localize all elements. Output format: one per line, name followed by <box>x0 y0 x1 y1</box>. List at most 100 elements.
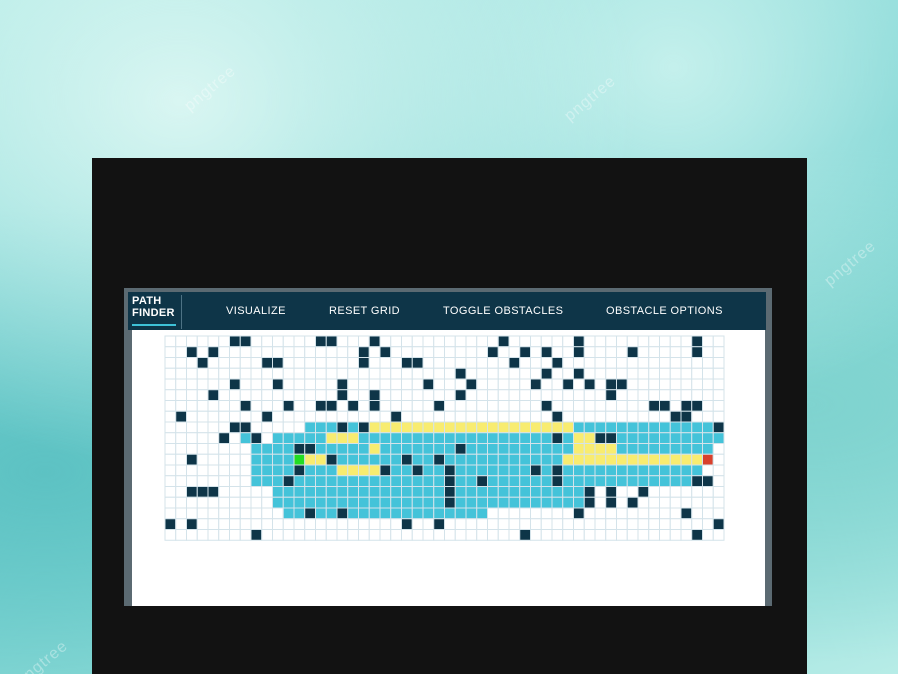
empty-cell[interactable] <box>476 357 488 369</box>
visited-cell[interactable] <box>368 475 381 487</box>
wall-cell[interactable] <box>250 432 263 444</box>
empty-cell[interactable] <box>476 389 488 401</box>
empty-cell[interactable] <box>487 507 499 520</box>
visited-cell[interactable] <box>583 464 596 477</box>
wall-cell[interactable] <box>454 367 467 380</box>
empty-cell[interactable] <box>175 507 187 520</box>
empty-cell[interactable] <box>616 410 628 423</box>
empty-cell[interactable] <box>293 400 306 412</box>
visited-cell[interactable] <box>637 443 650 455</box>
wall-cell[interactable] <box>401 518 413 530</box>
empty-cell[interactable] <box>239 529 252 541</box>
empty-cell[interactable] <box>207 453 220 466</box>
visited-cell[interactable] <box>508 453 521 466</box>
empty-cell[interactable] <box>250 346 263 358</box>
empty-cell[interactable] <box>712 389 725 401</box>
path-cell[interactable] <box>422 421 435 434</box>
empty-cell[interactable] <box>315 346 327 358</box>
visited-cell[interactable] <box>680 432 693 444</box>
visited-cell[interactable] <box>336 443 349 455</box>
empty-cell[interactable] <box>669 507 682 520</box>
empty-cell[interactable] <box>250 410 263 423</box>
empty-cell[interactable] <box>669 518 682 530</box>
wall-cell[interactable] <box>207 389 220 401</box>
empty-cell[interactable] <box>444 367 456 380</box>
wall-cell[interactable] <box>605 432 617 444</box>
wall-cell[interactable] <box>626 346 639 358</box>
visited-cell[interactable] <box>315 421 327 434</box>
visited-cell[interactable] <box>508 432 521 444</box>
wall-cell[interactable] <box>454 389 467 401</box>
empty-cell[interactable] <box>712 529 725 541</box>
visited-cell[interactable] <box>379 486 392 498</box>
empty-cell[interactable] <box>680 518 693 530</box>
visited-cell[interactable] <box>594 475 607 487</box>
empty-cell[interactable] <box>164 529 177 541</box>
empty-cell[interactable] <box>196 496 209 509</box>
empty-cell[interactable] <box>229 443 241 455</box>
visited-cell[interactable] <box>519 464 531 477</box>
empty-cell[interactable] <box>186 410 198 423</box>
empty-cell[interactable] <box>540 529 553 541</box>
visited-cell[interactable] <box>282 432 295 444</box>
empty-cell[interactable] <box>218 529 230 541</box>
empty-cell[interactable] <box>175 367 187 380</box>
path-cell[interactable] <box>368 443 381 455</box>
path-cell[interactable] <box>680 453 693 466</box>
empty-cell[interactable] <box>487 529 499 541</box>
visited-cell[interactable] <box>454 475 467 487</box>
empty-cell[interactable] <box>519 400 531 412</box>
empty-cell[interactable] <box>218 496 230 509</box>
visited-cell[interactable] <box>454 496 467 509</box>
empty-cell[interactable] <box>175 453 187 466</box>
empty-cell[interactable] <box>261 389 273 401</box>
empty-cell[interactable] <box>476 400 488 412</box>
empty-cell[interactable] <box>616 518 628 530</box>
empty-cell[interactable] <box>476 529 488 541</box>
visited-cell[interactable] <box>293 475 306 487</box>
visited-cell[interactable] <box>401 496 413 509</box>
empty-cell[interactable] <box>422 410 435 423</box>
visited-cell[interactable] <box>487 486 499 498</box>
visited-cell[interactable] <box>315 464 327 477</box>
empty-cell[interactable] <box>336 400 349 412</box>
wall-cell[interactable] <box>229 378 241 391</box>
visited-cell[interactable] <box>261 475 273 487</box>
empty-cell[interactable] <box>594 335 607 348</box>
visited-cell[interactable] <box>626 432 639 444</box>
visited-cell[interactable] <box>390 432 402 444</box>
visited-cell[interactable] <box>336 496 349 509</box>
visited-cell[interactable] <box>401 432 413 444</box>
empty-cell[interactable] <box>175 400 187 412</box>
empty-cell[interactable] <box>218 518 230 530</box>
empty-cell[interactable] <box>196 378 209 391</box>
empty-cell[interactable] <box>605 518 617 530</box>
wall-cell[interactable] <box>336 378 349 391</box>
empty-cell[interactable] <box>519 507 531 520</box>
empty-cell[interactable] <box>186 421 198 434</box>
visited-cell[interactable] <box>530 486 542 498</box>
visited-cell[interactable] <box>411 486 424 498</box>
path-cell[interactable] <box>304 453 316 466</box>
wall-cell[interactable] <box>530 464 542 477</box>
wall-cell[interactable] <box>691 335 703 348</box>
empty-cell[interactable] <box>626 400 639 412</box>
visited-cell[interactable] <box>250 464 263 477</box>
empty-cell[interactable] <box>659 410 671 423</box>
visited-cell[interactable] <box>616 432 628 444</box>
wall-cell[interactable] <box>680 507 693 520</box>
empty-cell[interactable] <box>347 357 359 369</box>
visited-cell[interactable] <box>465 507 478 520</box>
visited-cell[interactable] <box>626 443 639 455</box>
path-cell[interactable] <box>594 453 607 466</box>
empty-cell[interactable] <box>368 367 381 380</box>
wall-cell[interactable] <box>325 453 338 466</box>
visited-cell[interactable] <box>433 486 445 498</box>
empty-cell[interactable] <box>196 453 209 466</box>
empty-cell[interactable] <box>411 367 424 380</box>
empty-cell[interactable] <box>368 378 381 391</box>
empty-cell[interactable] <box>659 357 671 369</box>
empty-cell[interactable] <box>605 400 617 412</box>
reset-grid-button[interactable]: RESET GRID <box>329 305 400 317</box>
visited-cell[interactable] <box>379 432 392 444</box>
